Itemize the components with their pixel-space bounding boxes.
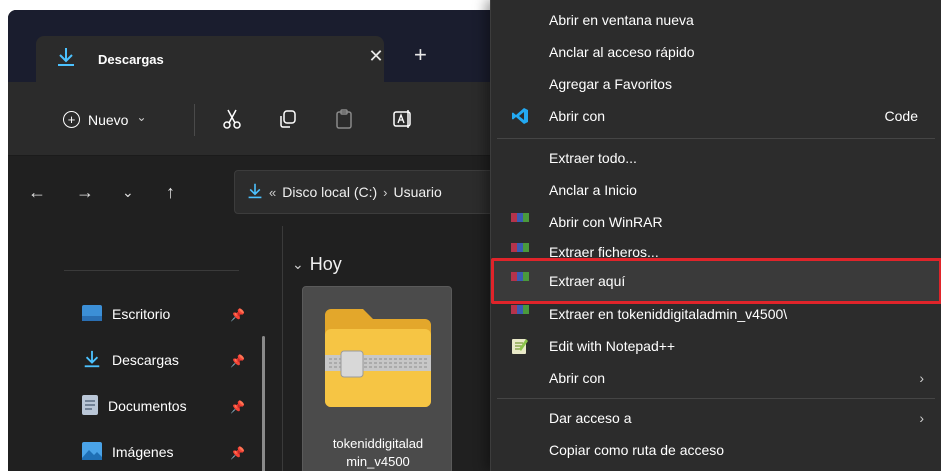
new-tab-button[interactable]: + (414, 44, 427, 66)
menu-item-label: Agregar a Favoritos (549, 76, 672, 92)
rename-icon[interactable] (392, 108, 414, 135)
menu-item-edit-notepad-plus-plus[interactable]: Edit with Notepad++ (491, 330, 941, 362)
menu-item-label: Edit with Notepad++ (549, 338, 676, 354)
menu-item-label: Abrir en ventana nueva (549, 12, 694, 28)
menu-item-label: Dar acceso a (549, 410, 632, 426)
menu-item-abrir-ventana-nueva[interactable]: Abrir en ventana nueva (491, 4, 941, 36)
forward-button[interactable]: → (76, 182, 94, 203)
sidebar-item-imagenes[interactable]: Imágenes (82, 440, 173, 464)
menu-item-app-name: Code (884, 108, 918, 124)
toolbar-divider (194, 104, 195, 136)
sidebar-item-label: Escritorio (112, 306, 171, 322)
sidebar-item-label: Descargas (112, 352, 179, 368)
winrar-icon (511, 213, 529, 231)
pin-icon[interactable]: 📌 (230, 400, 245, 414)
breadcrumb-separator: › (383, 184, 388, 200)
file-name-line2: min_v4500 (346, 454, 410, 469)
menu-item-label: Extraer en tokeniddigitaladmin_v4500\ (549, 306, 788, 322)
context-menu: Abrir en ventana nueva Anclar al acceso … (490, 0, 941, 471)
sidebar-item-label: Imágenes (112, 444, 174, 460)
zip-folder-icon (321, 301, 435, 416)
group-header-hoy[interactable]: ⌄ Hoy (292, 254, 342, 275)
paste-icon[interactable] (334, 108, 354, 135)
menu-item-abrir-con[interactable]: Abrir con › (491, 362, 941, 394)
cut-icon[interactable] (222, 108, 242, 135)
breadcrumb-usuario[interactable]: Usuario (393, 184, 441, 200)
file-name-line1: tokeniddigitalad (332, 436, 424, 451)
notepad-plus-plus-icon (511, 337, 529, 355)
up-button[interactable]: ↑ (166, 182, 175, 203)
group-label: Hoy (309, 254, 342, 274)
sidebar-item-descargas[interactable]: Descargas (82, 348, 179, 372)
menu-item-agregar-favoritos[interactable]: Agregar a Favoritos (491, 68, 941, 100)
menu-item-label: Copiar como ruta de acceso (549, 442, 725, 458)
pin-icon[interactable]: 📌 (230, 446, 245, 460)
new-button-label: Nuevo (88, 111, 129, 128)
sidebar-item-documentos[interactable]: Documentos (82, 394, 187, 418)
pin-icon[interactable]: 📌 (230, 354, 245, 368)
menu-item-copiar-ruta[interactable]: Copiar como ruta de acceso (491, 434, 941, 466)
menu-item-label: Anclar a Inicio (549, 182, 637, 198)
tab-title: Descargas (98, 52, 164, 67)
vscode-icon (511, 107, 529, 125)
file-name: tokeniddigitalad min_v4500 (303, 435, 453, 471)
sidebar-scrollbar[interactable] (262, 336, 265, 471)
copy-icon[interactable] (278, 108, 298, 135)
pin-icon[interactable]: 📌 (230, 308, 245, 322)
menu-item-label: Abrir con (549, 370, 606, 386)
sidebar-item-escritorio[interactable]: Escritorio (82, 302, 170, 326)
chevron-down-icon: ⌄ (136, 109, 147, 124)
menu-item-label: Extraer todo... (549, 150, 637, 166)
menu-divider (497, 138, 935, 139)
back-button[interactable]: ← (28, 182, 46, 203)
pictures-icon (82, 441, 102, 463)
menu-item-label: Anclar al acceso rápido (549, 44, 695, 60)
winrar-icon (511, 272, 529, 290)
breadcrumb-disco-local[interactable]: Disco local (C:) (282, 184, 377, 200)
document-icon (82, 394, 98, 418)
navigation-pane: Escritorio 📌 Descargas 📌 Documentos 📌 Im… (8, 226, 272, 471)
sidebar-item-label: Documentos (108, 398, 187, 414)
menu-item-extraer-en-carpeta[interactable]: Extraer en tokeniddigitaladmin_v4500\ (491, 298, 941, 330)
plus-circle-icon: + (63, 111, 80, 128)
menu-item-anclar-acceso-rapido[interactable]: Anclar al acceso rápido (491, 36, 941, 68)
menu-item-label: Abrir con WinRAR (549, 214, 663, 230)
close-tab-icon[interactable]: ✕ (366, 46, 386, 67)
menu-item-label: Extraer aquí (549, 273, 626, 289)
chevron-down-icon: ⌄ (292, 256, 304, 272)
menu-item-abrir-winrar[interactable]: Abrir con WinRAR (491, 206, 941, 238)
winrar-icon (511, 305, 529, 323)
file-item-zip[interactable]: tokeniddigitalad min_v4500 (302, 286, 452, 471)
menu-item-extraer-todo[interactable]: Extraer todo... (491, 142, 941, 174)
menu-item-anclar-inicio[interactable]: Anclar a Inicio (491, 174, 941, 206)
sidebar-divider (64, 270, 239, 271)
menu-item-abrir-con-code[interactable]: Abrir con Code (491, 100, 941, 132)
chevron-right-icon: › (919, 370, 924, 386)
menu-divider (497, 398, 935, 399)
address-overflow[interactable]: « (269, 185, 276, 200)
desktop-icon (82, 304, 102, 324)
pane-divider (282, 226, 283, 471)
chevron-right-icon: › (919, 410, 924, 426)
menu-item-label: Abrir con (549, 108, 606, 124)
new-button[interactable]: + Nuevo ⌄ (63, 109, 147, 128)
recent-locations-button[interactable]: ⌄ (122, 184, 134, 201)
address-bar[interactable]: « Disco local (C:) › Usuario (234, 170, 514, 214)
menu-item-dar-acceso[interactable]: Dar acceso a › (491, 402, 941, 434)
download-icon (247, 182, 263, 203)
download-icon (82, 349, 102, 372)
download-icon (56, 46, 76, 73)
tab-descargas[interactable]: Descargas ✕ (36, 36, 384, 82)
